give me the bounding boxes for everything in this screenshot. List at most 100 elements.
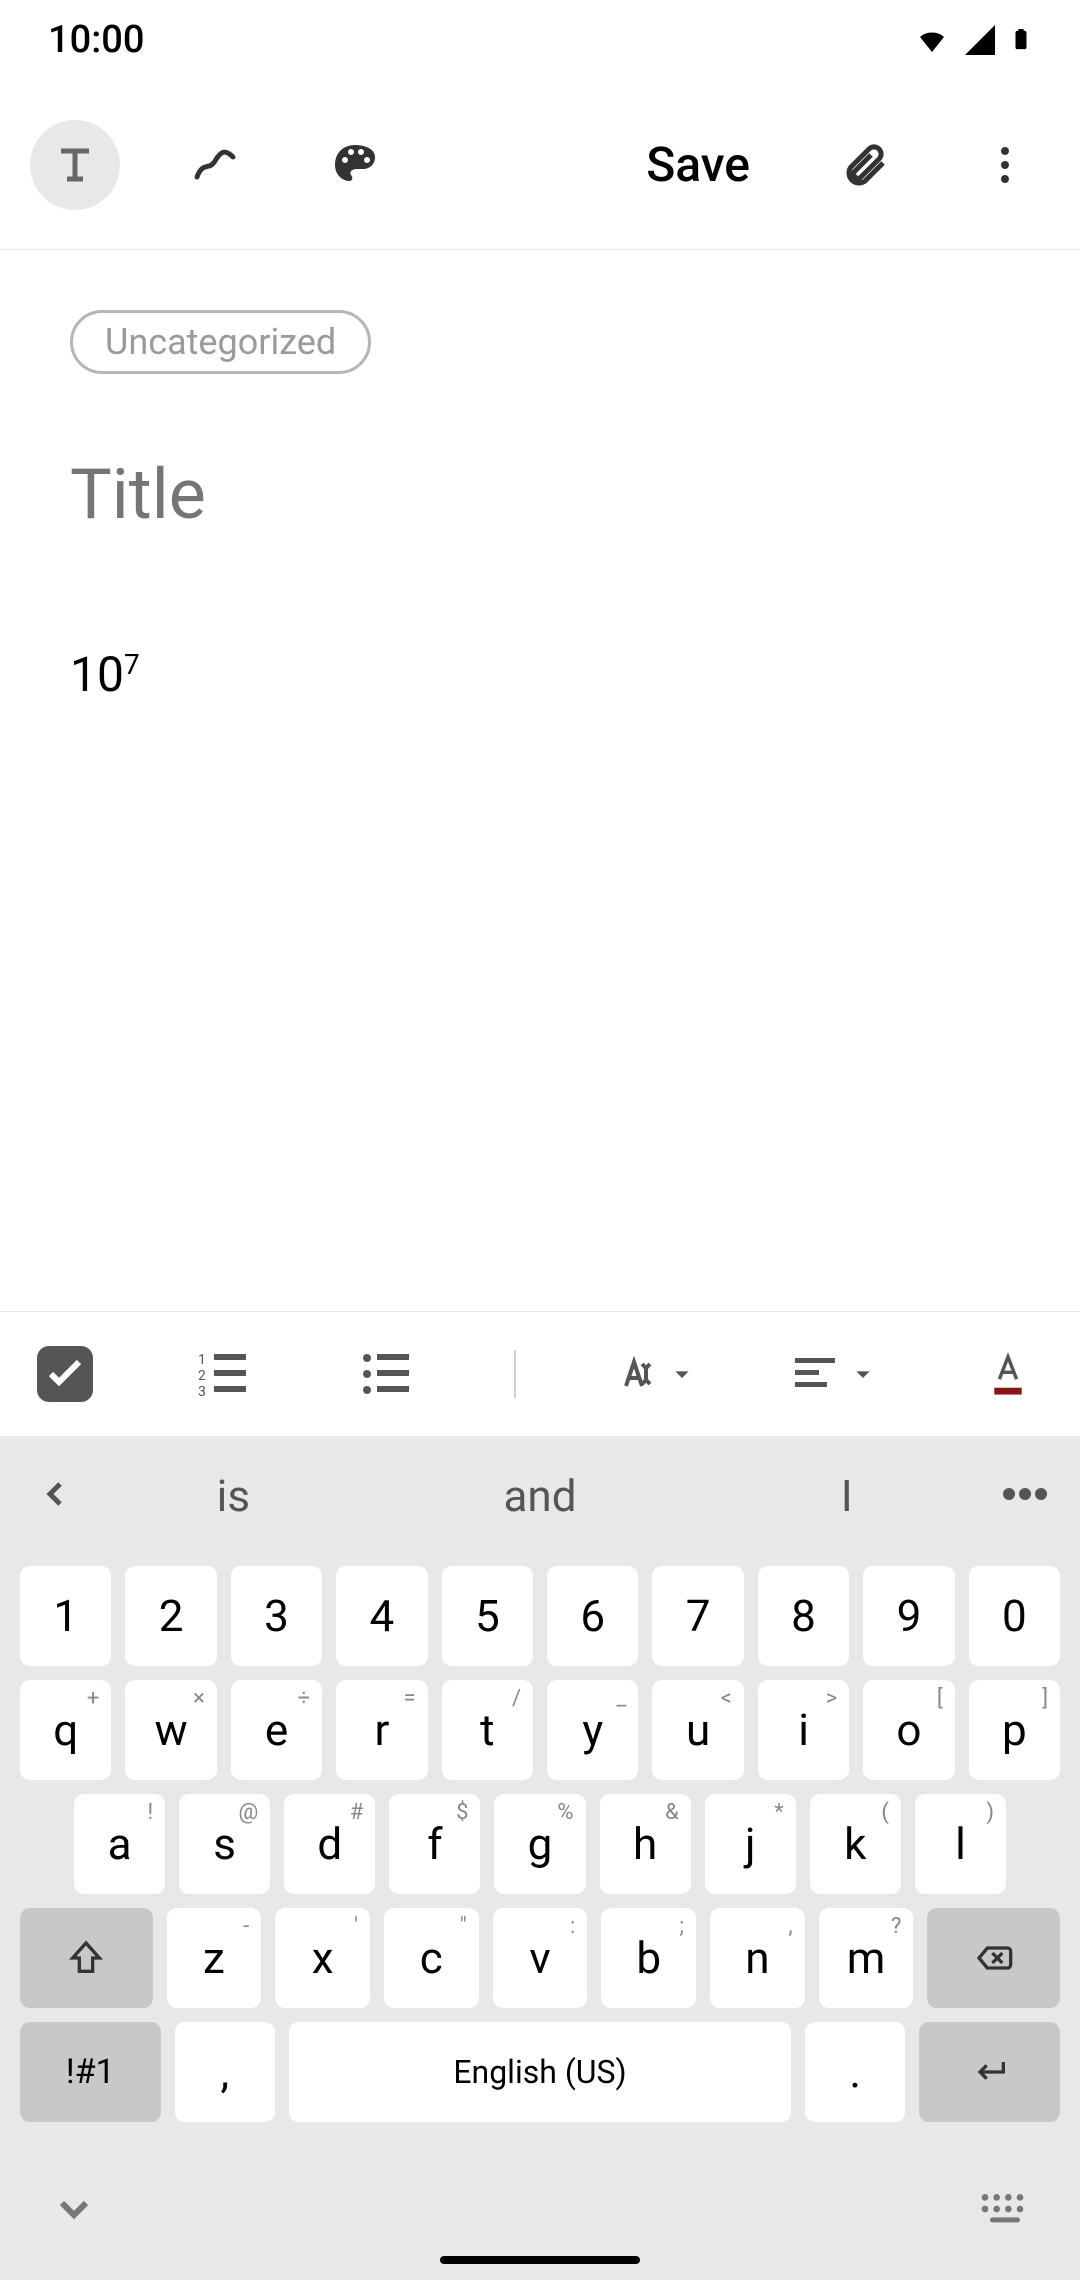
key-y[interactable]: _y (547, 1680, 638, 1780)
key-7[interactable]: 7 (652, 1566, 743, 1666)
key-row-numbers: 1 2 3 4 5 6 7 8 9 0 (20, 1566, 1060, 1666)
palette-icon (331, 141, 379, 189)
more-vertical-icon (981, 141, 1029, 189)
key-k[interactable]: (k (810, 1794, 901, 1894)
suggestion-bar: is and I (0, 1436, 1080, 1556)
key-3[interactable]: 3 (231, 1566, 322, 1666)
key-j[interactable]: *j (705, 1794, 796, 1894)
more-horizontal-icon (1000, 1486, 1050, 1502)
svg-text:1: 1 (198, 1352, 206, 1368)
key-m[interactable]: ?m (819, 1908, 914, 2008)
align-dropdown[interactable] (791, 1350, 879, 1398)
editor-toolbar: Save (0, 80, 1080, 250)
nav-indicator[interactable] (440, 2256, 640, 2264)
key-comma[interactable]: , (175, 2022, 275, 2122)
keyboard-area: is and I 1 2 3 4 5 6 7 8 9 0 +q ×w ÷e =r… (0, 1436, 1080, 2280)
chevron-left-icon (35, 1474, 75, 1514)
paperclip-icon (841, 141, 889, 189)
key-9[interactable]: 9 (863, 1566, 954, 1666)
key-6[interactable]: 6 (547, 1566, 638, 1666)
key-n[interactable]: ,n (710, 1908, 805, 2008)
category-chip[interactable]: Uncategorized (70, 310, 371, 374)
key-p[interactable]: ]p (969, 1680, 1060, 1780)
format-bar: 123 (0, 1311, 1080, 1436)
key-x[interactable]: 'x (275, 1908, 370, 2008)
text-icon (51, 141, 99, 189)
wifi-icon (914, 22, 950, 58)
draw-mode-button[interactable] (170, 120, 260, 210)
key-z[interactable]: -z (167, 1908, 262, 2008)
suggestion-more-button[interactable] (1000, 1486, 1050, 1506)
checklist-button[interactable] (37, 1346, 93, 1402)
key-enter[interactable] (919, 2022, 1060, 2122)
font-size-dropdown[interactable] (610, 1350, 698, 1398)
battery-icon (1010, 21, 1032, 59)
key-l[interactable]: )l (915, 1794, 1006, 1894)
key-row-bottom: -z 'x "c :v ;b ,n ?m (20, 1908, 1060, 2008)
keyboard-collapse-button[interactable] (50, 2185, 98, 2237)
status-bar: 10:00 (0, 0, 1080, 80)
editor-area[interactable]: Uncategorized 107 (0, 250, 1080, 1311)
save-button[interactable]: Save (626, 136, 770, 193)
svg-text:3: 3 (198, 1384, 206, 1398)
key-5[interactable]: 5 (442, 1566, 533, 1666)
format-divider (514, 1350, 516, 1398)
bullet-list-icon (361, 1350, 409, 1398)
key-1[interactable]: 1 (20, 1566, 111, 1666)
suggestion-word-2[interactable]: and (387, 1470, 694, 1522)
key-row-home: !a @s #d $f %g &h *j (k )l (20, 1794, 1060, 1894)
status-icons (914, 21, 1032, 59)
key-t[interactable]: /t (442, 1680, 533, 1780)
key-o[interactable]: [o (863, 1680, 954, 1780)
key-4[interactable]: 4 (336, 1566, 427, 1666)
enter-icon (970, 2052, 1010, 2092)
key-e[interactable]: ÷e (231, 1680, 322, 1780)
chevron-down-icon (847, 1358, 879, 1390)
paint-mode-button[interactable] (310, 120, 400, 210)
body-base-text: 10 (70, 646, 124, 703)
key-c[interactable]: "c (384, 1908, 479, 2008)
key-g[interactable]: %g (494, 1794, 585, 1894)
bullet-list-button[interactable] (350, 1339, 420, 1409)
suggestion-back-button[interactable] (30, 1471, 80, 1521)
key-b[interactable]: ;b (601, 1908, 696, 2008)
key-f[interactable]: $f (389, 1794, 480, 1894)
more-button[interactable] (960, 120, 1050, 210)
key-symbols[interactable]: !#1 (20, 2022, 161, 2122)
key-s[interactable]: @s (179, 1794, 270, 1894)
key-8[interactable]: 8 (758, 1566, 849, 1666)
key-period[interactable]: . (805, 2022, 905, 2122)
key-row-top: +q ×w ÷e =r /t _y <u >i [o ]p (20, 1680, 1060, 1780)
key-2[interactable]: 2 (125, 1566, 216, 1666)
key-d[interactable]: #d (284, 1794, 375, 1894)
numbered-list-button[interactable]: 123 (187, 1339, 257, 1409)
keyboard-bottom-bar (0, 2166, 1080, 2256)
key-row-space: !#1 , English (US) . (20, 2022, 1060, 2122)
suggestion-word-3[interactable]: I (693, 1470, 1000, 1522)
text-color-button[interactable] (973, 1339, 1043, 1409)
keyboard: 1 2 3 4 5 6 7 8 9 0 +q ×w ÷e =r /t _y <u… (0, 1556, 1080, 2166)
key-h[interactable]: &h (600, 1794, 691, 1894)
key-shift[interactable] (20, 1908, 153, 2008)
key-w[interactable]: ×w (125, 1680, 216, 1780)
title-input[interactable] (70, 454, 1010, 536)
key-r[interactable]: =r (336, 1680, 427, 1780)
keyboard-switch-button[interactable] (980, 2191, 1030, 2231)
pen-icon (191, 141, 239, 189)
attach-button[interactable] (820, 120, 910, 210)
key-i[interactable]: >i (758, 1680, 849, 1780)
text-mode-button[interactable] (30, 120, 120, 210)
key-space[interactable]: English (US) (289, 2022, 791, 2122)
key-a[interactable]: !a (74, 1794, 165, 1894)
signal-icon (962, 22, 998, 58)
key-u[interactable]: <u (652, 1680, 743, 1780)
font-size-icon (610, 1350, 658, 1398)
suggestion-word-1[interactable]: is (80, 1470, 387, 1522)
key-q[interactable]: +q (20, 1680, 111, 1780)
shift-icon (66, 1938, 106, 1978)
key-v[interactable]: :v (493, 1908, 588, 2008)
key-backspace[interactable] (927, 1908, 1060, 2008)
svg-text:2: 2 (198, 1368, 206, 1384)
key-0[interactable]: 0 (969, 1566, 1060, 1666)
note-body[interactable]: 107 (70, 646, 1010, 703)
